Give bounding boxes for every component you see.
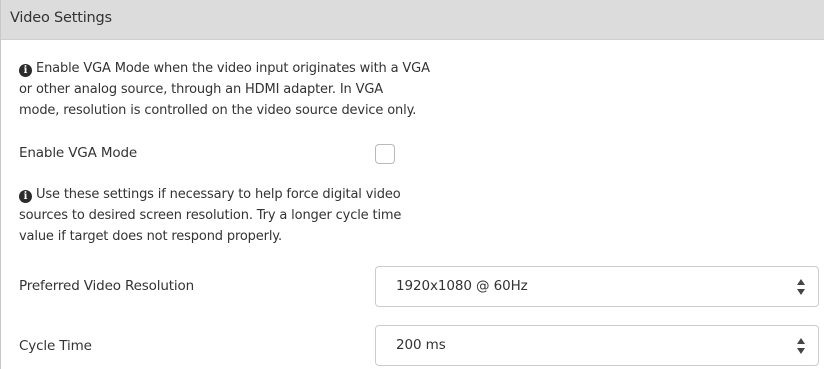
panel-header: Video Settings — [1, 0, 824, 40]
sort-arrows-icon — [797, 338, 805, 354]
digital-info-text: i Use these settings if necessary to help… — [19, 184, 489, 247]
info-circle-icon: i — [19, 190, 32, 203]
digital-info-line-1: i Use these settings if necessary to help… — [19, 184, 489, 205]
cycle-time-select[interactable]: 200 ms — [375, 325, 819, 366]
cycle-time-value: 200 ms — [396, 337, 446, 353]
preferred-video-resolution-label: Preferred Video Resolution — [19, 278, 195, 294]
enable-vga-mode-checkbox[interactable] — [375, 144, 395, 164]
vga-info-line-1: i Enable VGA Mode when the video input or… — [19, 58, 489, 79]
vga-info-line-3: mode, resolution is controlled on the vi… — [19, 103, 417, 118]
vga-info-line-2: or other analog source, through an HDMI … — [19, 82, 384, 97]
digital-info-line-2: sources to desired screen resolution. Tr… — [19, 208, 402, 223]
cycle-time-label: Cycle Time — [19, 338, 92, 354]
preferred-video-resolution-select[interactable]: 1920x1080 @ 60Hz — [375, 266, 819, 307]
info-circle-icon: i — [19, 64, 32, 77]
digital-info-line-3: value if target does not respond properl… — [19, 229, 282, 244]
video-settings-panel: Video Settings i Enable VGA Mode when the… — [0, 0, 824, 369]
sort-arrows-icon — [797, 279, 805, 295]
preferred-video-resolution-value: 1920x1080 @ 60Hz — [396, 278, 528, 294]
vga-info-text: i Enable VGA Mode when the video input or… — [19, 58, 489, 121]
enable-vga-mode-label: Enable VGA Mode — [19, 145, 138, 161]
panel-title: Video Settings — [10, 10, 112, 26]
